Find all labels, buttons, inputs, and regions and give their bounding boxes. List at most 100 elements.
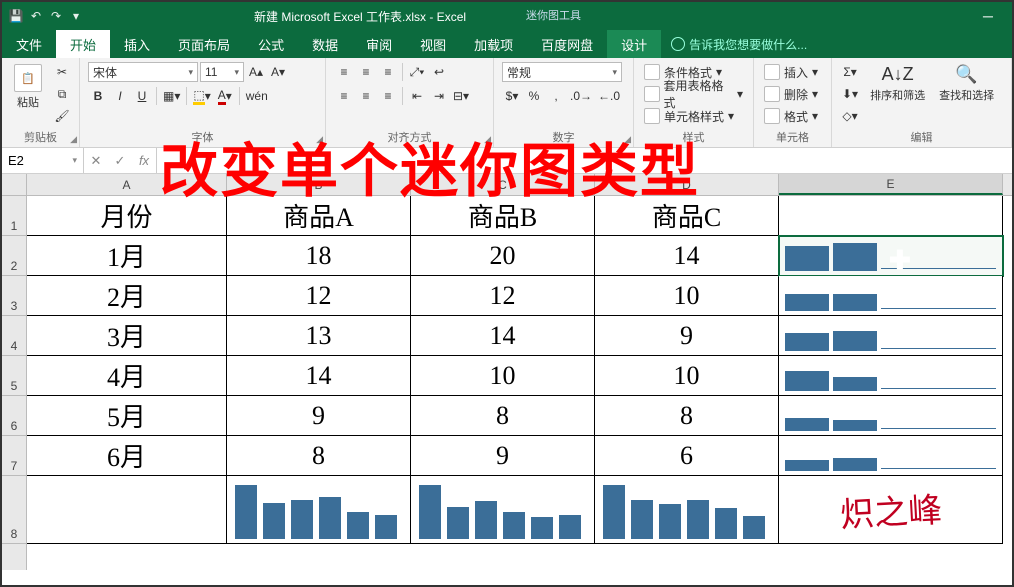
comma-button[interactable]: ,: [546, 86, 566, 106]
row-header-3[interactable]: 3: [2, 276, 26, 316]
cell-A6[interactable]: 5月: [27, 396, 227, 436]
clipboard-launcher[interactable]: ◢: [70, 134, 77, 145]
increase-font-button[interactable]: A▴: [246, 62, 266, 82]
cell-A8[interactable]: [27, 476, 227, 544]
tab-home[interactable]: 开始: [56, 30, 110, 58]
row-header-7[interactable]: 7: [2, 436, 26, 476]
font-name-combo[interactable]: 宋体▾: [88, 62, 198, 82]
tab-layout[interactable]: 页面布局: [164, 30, 244, 58]
autosum-button[interactable]: Σ▾: [840, 62, 860, 82]
fill-color-button[interactable]: ⬚▾: [191, 86, 212, 106]
name-box[interactable]: E2▾: [2, 148, 84, 173]
tab-review[interactable]: 审阅: [352, 30, 406, 58]
cell-A4[interactable]: 3月: [27, 316, 227, 356]
grid[interactable]: ABCDE 月份商品A商品B商品C1月182014✚2月1212103月1314…: [27, 174, 1012, 570]
cell-A2[interactable]: 1月: [27, 236, 227, 276]
row-header-6[interactable]: 6: [2, 396, 26, 436]
tab-view[interactable]: 视图: [406, 30, 460, 58]
cell-A5[interactable]: 4月: [27, 356, 227, 396]
save-icon[interactable]: 💾: [8, 8, 24, 24]
percent-button[interactable]: %: [524, 86, 544, 106]
cell-C3[interactable]: 12: [411, 276, 595, 316]
cell-B7[interactable]: 8: [227, 436, 411, 476]
find-select-button[interactable]: 🔍 查找和选择: [935, 62, 998, 105]
cell-C2[interactable]: 20: [411, 236, 595, 276]
cell-B6[interactable]: 9: [227, 396, 411, 436]
tab-baidu[interactable]: 百度网盘: [527, 30, 607, 58]
cell-D4[interactable]: 9: [595, 316, 779, 356]
format-as-table-button[interactable]: 套用表格格式▾: [642, 84, 745, 104]
decrease-indent-button[interactable]: ⇤: [407, 86, 427, 106]
minimize-button[interactable]: ─: [970, 2, 1006, 30]
sort-filter-button[interactable]: A↓Z 排序和筛选: [866, 62, 929, 105]
underline-button[interactable]: U: [132, 86, 152, 106]
bold-button[interactable]: B: [88, 86, 108, 106]
cell-D3[interactable]: 10: [595, 276, 779, 316]
fx-button[interactable]: fx: [132, 153, 156, 168]
tab-file[interactable]: 文件: [2, 30, 56, 58]
orientation-button[interactable]: ⤢▾: [407, 62, 427, 82]
cell-B5[interactable]: 14: [227, 356, 411, 396]
borders-button[interactable]: ▦▾: [161, 86, 182, 106]
font-size-combo[interactable]: 11▾: [200, 62, 244, 82]
cell-D5[interactable]: 10: [595, 356, 779, 396]
select-all-corner[interactable]: [2, 174, 26, 196]
redo-icon[interactable]: ↷: [48, 8, 64, 24]
row-header-8[interactable]: 8: [2, 476, 26, 544]
cell-C5[interactable]: 10: [411, 356, 595, 396]
cell-E7[interactable]: [779, 436, 1003, 476]
tab-data[interactable]: 数据: [298, 30, 352, 58]
align-left-button[interactable]: ≡: [334, 86, 354, 106]
cut-button[interactable]: ✂: [52, 62, 72, 82]
insert-cells-button[interactable]: 插入▾: [762, 62, 820, 82]
paste-button[interactable]: 📋 粘贴: [10, 62, 46, 112]
cell-D2[interactable]: 14: [595, 236, 779, 276]
phonetic-button[interactable]: wén: [244, 86, 270, 106]
cell-E3[interactable]: [779, 276, 1003, 316]
cell-E6[interactable]: [779, 396, 1003, 436]
cell-A3[interactable]: 2月: [27, 276, 227, 316]
font-color-button[interactable]: A▾: [215, 86, 235, 106]
decrease-decimal-button[interactable]: ←.0: [596, 86, 622, 106]
row-header-4[interactable]: 4: [2, 316, 26, 356]
cancel-edit-button[interactable]: ✕: [84, 153, 108, 169]
row-header-1[interactable]: 1: [2, 196, 26, 236]
cell-B3[interactable]: 12: [227, 276, 411, 316]
delete-cells-button[interactable]: 删除▾: [762, 84, 820, 104]
decrease-font-button[interactable]: A▾: [268, 62, 288, 82]
tell-me[interactable]: 告诉我您想要做什么...: [661, 30, 817, 58]
undo-icon[interactable]: ↶: [28, 8, 44, 24]
cell-C4[interactable]: 14: [411, 316, 595, 356]
number-format-combo[interactable]: 常规▾: [502, 62, 622, 82]
increase-decimal-button[interactable]: .0→: [568, 86, 594, 106]
wrap-text-button[interactable]: ↩: [429, 62, 449, 82]
cell-E5[interactable]: [779, 356, 1003, 396]
cell-C6[interactable]: 8: [411, 396, 595, 436]
increase-indent-button[interactable]: ⇥: [429, 86, 449, 106]
align-middle-button[interactable]: ≡: [356, 62, 376, 82]
italic-button[interactable]: I: [110, 86, 130, 106]
align-top-button[interactable]: ≡: [334, 62, 354, 82]
cell-A7[interactable]: 6月: [27, 436, 227, 476]
cell-E8[interactable]: 炽之峰: [779, 476, 1003, 544]
cell-E2[interactable]: ✚: [779, 236, 1003, 276]
cell-D6[interactable]: 8: [595, 396, 779, 436]
accounting-button[interactable]: $▾: [502, 86, 522, 106]
align-center-button[interactable]: ≡: [356, 86, 376, 106]
merge-button[interactable]: ⊟▾: [451, 86, 471, 106]
cell-C8[interactable]: [411, 476, 595, 544]
cell-D8[interactable]: [595, 476, 779, 544]
row-header-5[interactable]: 5: [2, 356, 26, 396]
cell-styles-button[interactable]: 单元格样式▾: [642, 106, 745, 126]
align-bottom-button[interactable]: ≡: [378, 62, 398, 82]
cell-D7[interactable]: 6: [595, 436, 779, 476]
fill-button[interactable]: ⬇▾: [840, 84, 860, 104]
column-header-E[interactable]: E: [779, 174, 1003, 195]
tab-formulas[interactable]: 公式: [244, 30, 298, 58]
cell-B2[interactable]: 18: [227, 236, 411, 276]
cell-C7[interactable]: 9: [411, 436, 595, 476]
row-header-2[interactable]: 2: [2, 236, 26, 276]
tab-design[interactable]: 设计: [607, 30, 661, 58]
align-right-button[interactable]: ≡: [378, 86, 398, 106]
cell-E1[interactable]: [779, 196, 1003, 236]
